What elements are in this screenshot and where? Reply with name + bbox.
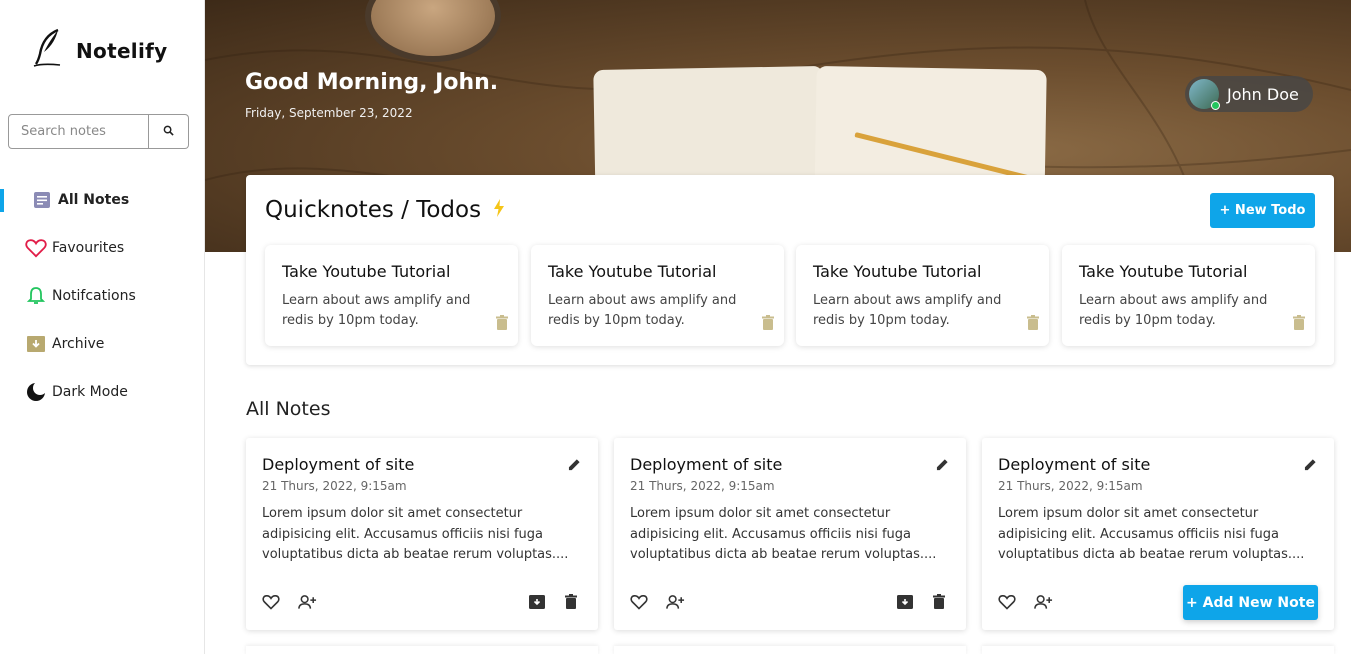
- note-card-partial: [614, 646, 966, 654]
- sidebar-item-all-notes[interactable]: All Notes: [0, 176, 205, 224]
- all-notes-heading: All Notes: [246, 398, 331, 420]
- avatar: [1189, 79, 1220, 110]
- moon-icon: [25, 381, 47, 403]
- todo-card[interactable]: Take Youtube Tutorial Learn about aws am…: [796, 245, 1049, 346]
- note-body: Lorem ipsum dolor sit amet consectetur a…: [998, 506, 1305, 562]
- heart-icon: [25, 237, 47, 259]
- trash-icon[interactable]: [933, 594, 945, 613]
- brand[interactable]: Notelify: [30, 28, 167, 74]
- todo-description: Learn about aws amplify and redis by 10p…: [813, 293, 1002, 328]
- sidebar-nav: All Notes Favourites Notifcations Archiv…: [0, 176, 205, 416]
- note-icon: [31, 189, 53, 211]
- add-person-icon[interactable]: [1034, 594, 1053, 614]
- note-body: Lorem ipsum dolor sit amet consectetur a…: [630, 506, 937, 562]
- search-box: [8, 114, 189, 149]
- trash-icon[interactable]: [1027, 315, 1039, 334]
- new-todo-button[interactable]: + New Todo: [1210, 193, 1315, 228]
- heart-icon[interactable]: [998, 594, 1016, 614]
- pencil-icon[interactable]: [1304, 456, 1317, 475]
- trash-icon[interactable]: [496, 315, 508, 334]
- quill-icon: [30, 28, 64, 74]
- sidebar: Notelify All Notes Favourites: [0, 0, 205, 654]
- online-status-dot: [1211, 101, 1220, 110]
- sidebar-item-archive[interactable]: Archive: [0, 320, 205, 368]
- note-title: Deployment of site: [998, 455, 1151, 474]
- greeting-heading: Good Morning, John.: [245, 70, 499, 95]
- add-person-icon[interactable]: [666, 594, 685, 614]
- add-new-note-button[interactable]: + Add New Note: [1183, 585, 1318, 620]
- user-profile-chip[interactable]: John Doe: [1185, 76, 1313, 112]
- todo-title: Take Youtube Tutorial: [282, 262, 451, 281]
- todo-card[interactable]: Take Youtube Tutorial Learn about aws am…: [265, 245, 518, 346]
- sidebar-item-dark-mode[interactable]: Dark Mode: [0, 368, 205, 416]
- current-date: Friday, September 23, 2022: [245, 106, 413, 120]
- sidebar-item-label: Dark Mode: [52, 384, 128, 400]
- lightning-icon: [493, 197, 505, 223]
- trash-icon[interactable]: [762, 315, 774, 334]
- sidebar-item-favourites[interactable]: Favourites: [0, 224, 205, 272]
- todo-description: Learn about aws amplify and redis by 10p…: [1079, 293, 1268, 328]
- user-name: John Doe: [1227, 84, 1299, 104]
- todo-description: Learn about aws amplify and redis by 10p…: [282, 293, 471, 328]
- note-title: Deployment of site: [630, 455, 783, 474]
- note-card-partial: [982, 646, 1334, 654]
- todo-title: Take Youtube Tutorial: [813, 262, 982, 281]
- note-card[interactable]: Deployment of site 21 Thurs, 2022, 9:15a…: [246, 438, 598, 630]
- sidebar-item-label: All Notes: [58, 192, 130, 208]
- note-body: Lorem ipsum dolor sit amet consectetur a…: [262, 506, 569, 562]
- todo-card[interactable]: Take Youtube Tutorial Learn about aws am…: [1062, 245, 1315, 346]
- note-date: 21 Thurs, 2022, 9:15am: [998, 479, 1143, 493]
- app-name: Notelify: [76, 39, 168, 63]
- search-icon: [163, 124, 174, 139]
- note-date: 21 Thurs, 2022, 9:15am: [262, 479, 407, 493]
- archive-icon[interactable]: [897, 594, 913, 614]
- sidebar-item-label: Notifcations: [52, 288, 136, 304]
- note-date: 21 Thurs, 2022, 9:15am: [630, 479, 775, 493]
- search-input[interactable]: [8, 114, 149, 149]
- todo-card[interactable]: Take Youtube Tutorial Learn about aws am…: [531, 245, 784, 346]
- trash-icon[interactable]: [565, 594, 577, 613]
- sidebar-item-notifications[interactable]: Notifcations: [0, 272, 205, 320]
- quicknotes-heading: Quicknotes / Todos: [265, 197, 505, 223]
- note-card-partial: [246, 646, 598, 654]
- note-actions: [630, 594, 950, 614]
- quicknotes-title: Quicknotes / Todos: [265, 197, 482, 223]
- note-card[interactable]: Deployment of site 21 Thurs, 2022, 9:15a…: [614, 438, 966, 630]
- note-title: Deployment of site: [262, 455, 415, 474]
- todo-title: Take Youtube Tutorial: [1079, 262, 1248, 281]
- active-indicator: [0, 189, 4, 212]
- pencil-icon[interactable]: [936, 456, 949, 475]
- sidebar-item-label: Archive: [52, 336, 105, 352]
- archive-icon[interactable]: [529, 594, 545, 614]
- note-actions: [262, 594, 582, 614]
- archive-icon: [25, 333, 47, 355]
- search-button[interactable]: [149, 114, 189, 149]
- sidebar-item-label: Favourites: [52, 240, 125, 256]
- add-person-icon[interactable]: [298, 594, 317, 614]
- heart-icon[interactable]: [630, 594, 648, 614]
- quicknotes-panel: Quicknotes / Todos + New Todo Take Youtu…: [246, 175, 1334, 365]
- todo-description: Learn about aws amplify and redis by 10p…: [548, 293, 737, 328]
- todo-title: Take Youtube Tutorial: [548, 262, 717, 281]
- heart-icon[interactable]: [262, 594, 280, 614]
- bell-icon: [25, 285, 47, 307]
- pencil-icon[interactable]: [568, 456, 581, 475]
- trash-icon[interactable]: [1293, 315, 1305, 334]
